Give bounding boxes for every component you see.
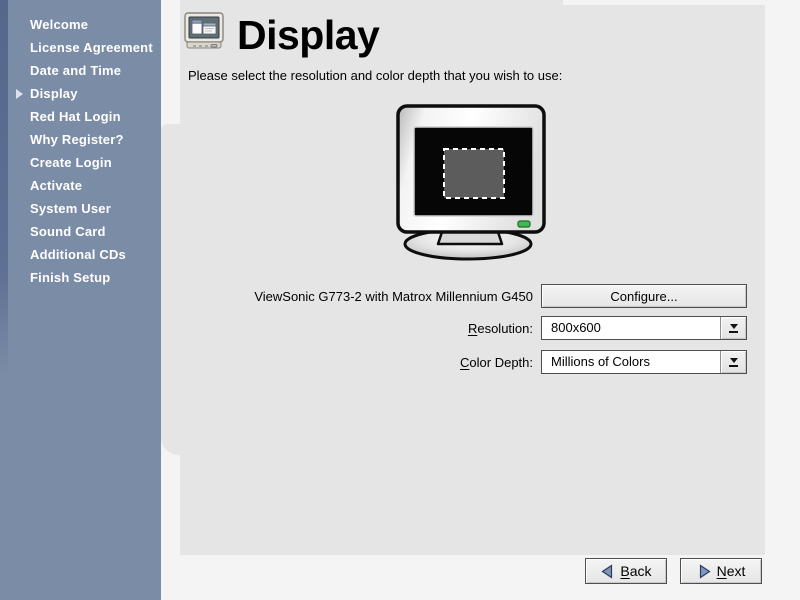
- content-panel-left-extension: [161, 124, 187, 455]
- sidebar-item-red-hat-login: Red Hat Login: [0, 105, 161, 128]
- sidebar-item-label: Red Hat Login: [30, 109, 121, 124]
- instruction-text: Please select the resolution and color d…: [188, 68, 562, 83]
- next-arrow-icon: [697, 564, 712, 579]
- back-button[interactable]: Back: [585, 558, 667, 584]
- monitor-and-card-label: ViewSonic G773-2 with Matrox Millennium …: [233, 289, 533, 304]
- combo-arrow-bar: [729, 365, 738, 367]
- back-label-rest: ack: [630, 563, 652, 579]
- sidebar-item-label: License Agreement: [30, 40, 153, 55]
- sidebar-item-label: Create Login: [30, 155, 112, 170]
- resolution-label: Resolution:: [233, 321, 533, 336]
- resolution-value: 800x600: [542, 317, 720, 339]
- combo-arrow-icon: [730, 358, 738, 363]
- sidebar-item-label: System User: [30, 201, 111, 216]
- next-button[interactable]: Next: [680, 558, 762, 584]
- sidebar-item-create-login: Create Login: [0, 151, 161, 174]
- color-depth-dropdown-button[interactable]: [720, 351, 746, 373]
- sidebar-item-sound-card: Sound Card: [0, 220, 161, 243]
- sidebar-item-date-and-time: Date and Time: [0, 59, 161, 82]
- sidebar-item-label: Additional CDs: [30, 247, 126, 262]
- monitor-graphic: [385, 97, 555, 265]
- sidebar-item-license-agreement: License Agreement: [0, 36, 161, 59]
- content-panel-top-notch: [563, 0, 765, 5]
- sidebar-item-activate: Activate: [0, 174, 161, 197]
- resolution-label-rest: esolution:: [477, 321, 533, 336]
- sidebar-item-label: Activate: [30, 178, 82, 193]
- configure-button[interactable]: Configure...: [541, 284, 747, 308]
- color-depth-dropdown[interactable]: Millions of Colors: [541, 350, 747, 374]
- page-title: Display: [237, 12, 379, 58]
- active-step-arrow-icon: [16, 89, 23, 99]
- sidebar-item-welcome: Welcome: [0, 13, 161, 36]
- back-arrow-icon: [600, 564, 615, 579]
- sidebar-item-label: Sound Card: [30, 224, 106, 239]
- color-depth-label-mnemonic: C: [460, 355, 469, 370]
- sidebar-item-additional-cds: Additional CDs: [0, 243, 161, 266]
- next-label-rest: ext: [727, 563, 746, 579]
- sidebar-item-display: Display: [0, 82, 161, 105]
- next-button-label: Next: [717, 563, 746, 579]
- resolution-dropdown-button[interactable]: [720, 317, 746, 339]
- content-panel: [180, 0, 765, 555]
- setup-steps-list: Welcome License Agreement Date and Time …: [0, 13, 161, 289]
- sidebar-item-system-user: System User: [0, 197, 161, 220]
- resolution-dropdown[interactable]: 800x600: [541, 316, 747, 340]
- resolution-label-mnemonic: R: [468, 321, 477, 336]
- display-icon: [183, 12, 225, 52]
- sidebar: Welcome License Agreement Date and Time …: [0, 0, 161, 600]
- sidebar-item-label: Date and Time: [30, 63, 121, 78]
- sidebar-item-finish-setup: Finish Setup: [0, 266, 161, 289]
- sidebar-item-label: Finish Setup: [30, 270, 110, 285]
- combo-arrow-icon: [730, 324, 738, 329]
- color-depth-label-rest: olor Depth:: [469, 355, 533, 370]
- sidebar-item-label: Why Register?: [30, 132, 124, 147]
- back-label-mnemonic: B: [620, 563, 629, 579]
- back-button-label: Back: [620, 563, 651, 579]
- color-depth-value: Millions of Colors: [542, 351, 720, 373]
- sidebar-item-label: Display: [30, 86, 78, 101]
- sidebar-item-label: Welcome: [30, 17, 88, 32]
- combo-arrow-bar: [729, 331, 738, 333]
- color-depth-label: Color Depth:: [233, 355, 533, 370]
- next-label-mnemonic: N: [717, 563, 727, 579]
- sidebar-item-why-register: Why Register?: [0, 128, 161, 151]
